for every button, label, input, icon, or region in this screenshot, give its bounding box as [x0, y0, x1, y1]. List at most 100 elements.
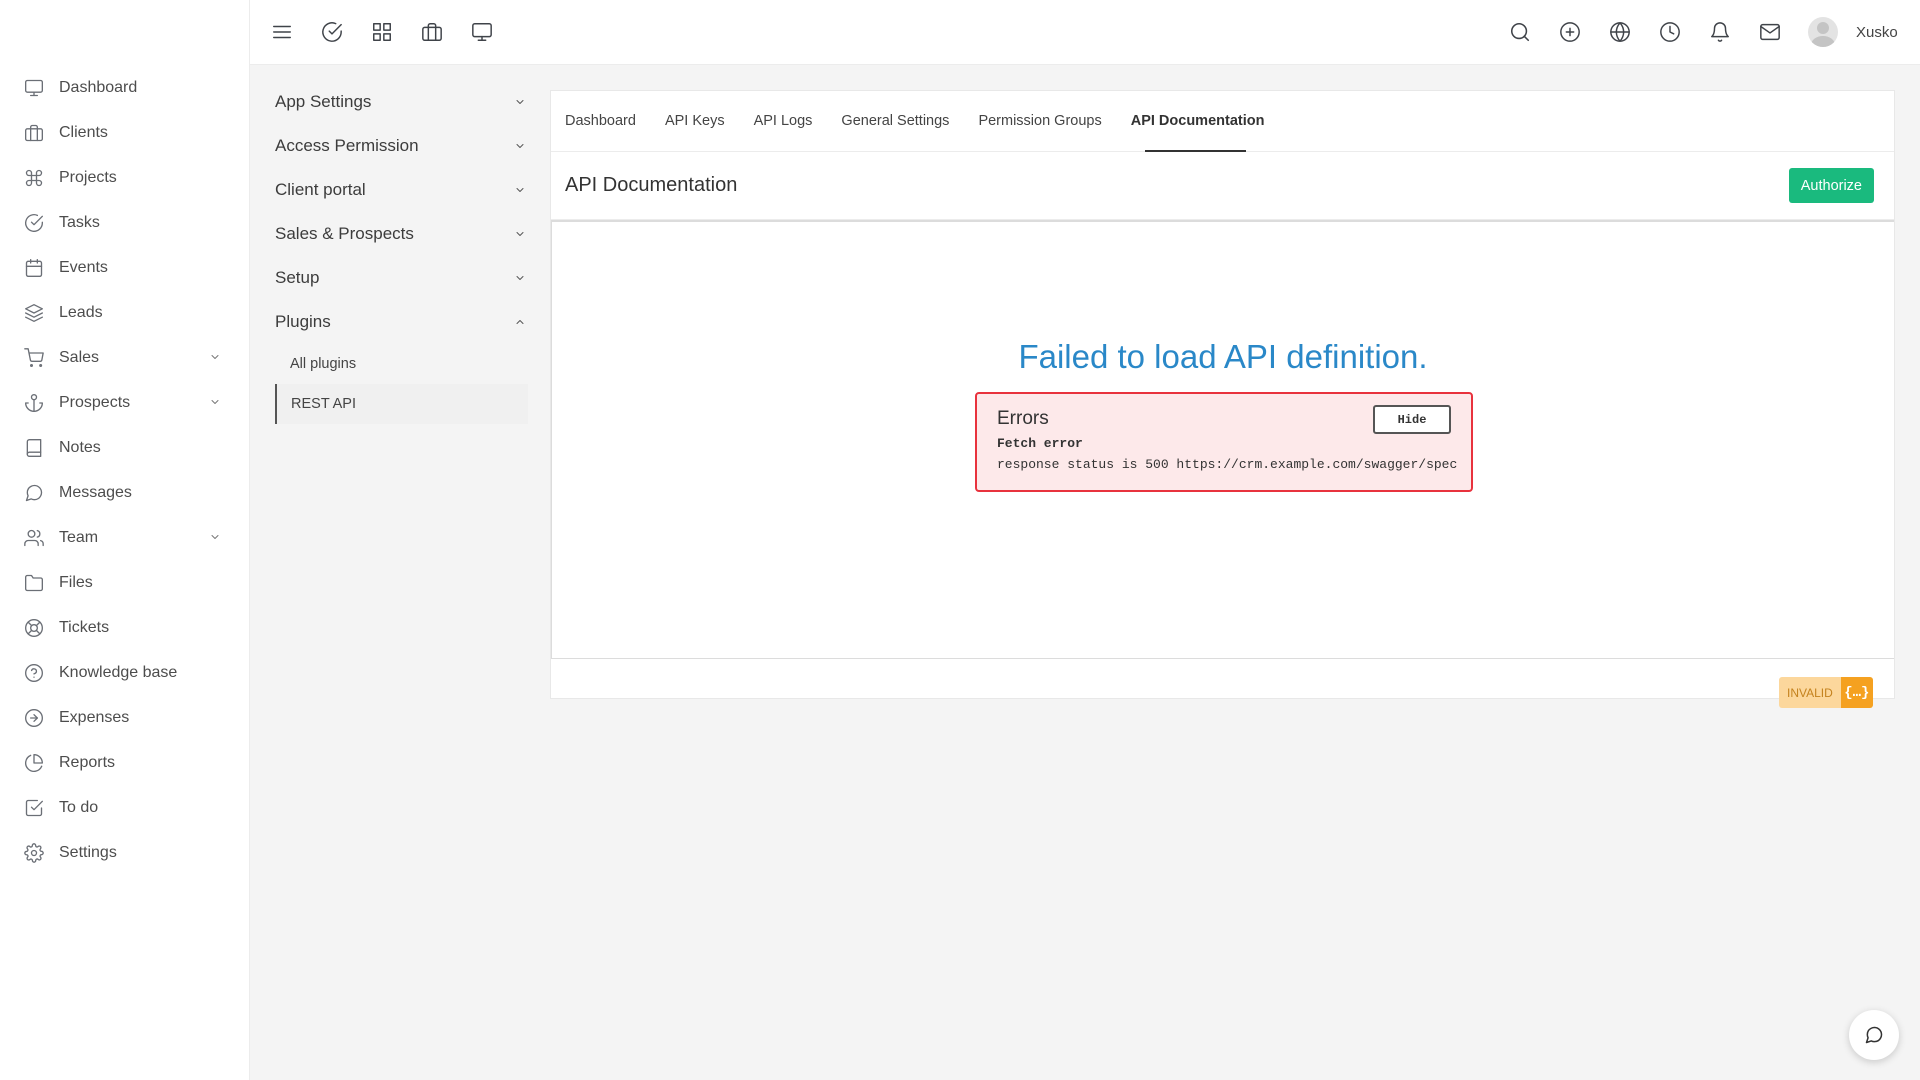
tab-api-logs[interactable]: API Logs [754, 91, 813, 152]
sidebar-brand-area [0, 0, 249, 65]
search-icon[interactable] [1509, 21, 1531, 43]
sidebar-item-reports[interactable]: Reports [0, 740, 249, 785]
settings-menu-setup[interactable]: Setup [275, 256, 528, 300]
bell-icon[interactable] [1709, 21, 1731, 43]
settings-menu-app-settings[interactable]: App Settings [275, 80, 528, 124]
sidebar-item-knowledge-base[interactable]: Knowledge base [0, 650, 249, 695]
sidebar-item-expenses[interactable]: Expenses [0, 695, 249, 740]
sidebar-item-files[interactable]: Files [0, 560, 249, 605]
settings-menu-label: Plugins [275, 312, 331, 331]
chevron-down-icon [516, 144, 524, 148]
settings-menu-label: Sales & Prospects [275, 224, 414, 243]
sidebar-item-label: Leads [59, 303, 103, 321]
settings-menu-access-permission[interactable]: Access Permission [275, 124, 528, 168]
settings-menu: App Settings Access Permission Client po… [275, 80, 528, 424]
sidebar-item-label: Sales [59, 348, 100, 366]
sidebar-item-dashboard[interactable]: Dashboard [0, 65, 249, 110]
chevron-down-icon [516, 276, 524, 280]
sidebar-item-label: Tickets [59, 618, 110, 636]
username: Xusko [1856, 23, 1898, 41]
settings-submenu-label: All plugins [290, 356, 357, 372]
globe-icon[interactable] [1609, 21, 1631, 43]
avatar [1808, 17, 1838, 47]
life-buoy-icon [25, 618, 43, 637]
sidebar-item-messages[interactable]: Messages [0, 470, 249, 515]
settings-menu-sales-prospects[interactable]: Sales & Prospects [275, 212, 528, 256]
errors-box: Errors Hide Fetch error response status … [975, 392, 1473, 492]
settings-submenu-label: REST API [291, 396, 357, 412]
sidebar-item-sales[interactable]: Sales [0, 335, 249, 380]
sidebar-item-label: Prospects [59, 393, 131, 411]
sidebar-item-label: Expenses [59, 708, 130, 726]
anchor-icon [25, 393, 43, 412]
main-panel: Dashboard API Keys API Logs General Sett… [550, 90, 1895, 708]
validator-badge[interactable]: INVALID {…} [1779, 677, 1873, 708]
sidebar-item-notes[interactable]: Notes [0, 425, 249, 470]
sidebar-item-events[interactable]: Events [0, 245, 249, 290]
sidebar-item-label: To do [59, 798, 99, 816]
users-icon [24, 529, 44, 546]
settings-menu-client-portal[interactable]: Client portal [275, 168, 528, 212]
briefcase-icon[interactable] [421, 21, 443, 43]
settings-menu-label: App Settings [275, 92, 372, 111]
tab-api-documentation[interactable]: API Documentation [1131, 91, 1265, 152]
tab-label: API Keys [664, 113, 725, 129]
tab-api-keys[interactable]: API Keys [665, 91, 725, 152]
sidebar-item-settings[interactable]: Settings [0, 830, 249, 875]
sidebar-item-label: Reports [59, 753, 116, 771]
tab-label: Permission Groups [978, 113, 1102, 129]
clock-icon[interactable] [1659, 21, 1681, 43]
plus-circle-icon[interactable] [1559, 21, 1581, 43]
sidebar-item-tasks[interactable]: Tasks [0, 200, 249, 245]
sidebar-item-label: Projects [59, 168, 117, 186]
sidebar-item-label: Dashboard [59, 78, 138, 96]
chevron-down-icon [516, 188, 524, 192]
tab-permission-groups[interactable]: Permission Groups [978, 91, 1101, 152]
help-circle-icon [25, 663, 43, 682]
authorize-button[interactable]: Authorize [1788, 168, 1874, 203]
sidebar-item-label: Knowledge base [59, 663, 178, 681]
tab-label: API Logs [753, 113, 813, 129]
settings-menu-label: Access Permission [275, 136, 419, 155]
tab-label: API Documentation [1130, 113, 1265, 129]
chevron-down-icon [211, 400, 219, 404]
json-braces-icon: {…} [1840, 677, 1873, 708]
mail-icon[interactable] [1759, 21, 1781, 43]
check-circle-icon[interactable] [321, 21, 343, 43]
monitor-icon[interactable] [471, 21, 493, 43]
calendar-icon [25, 258, 43, 277]
arrow-circle-icon [25, 708, 43, 727]
user-menu[interactable]: Xusko [1808, 17, 1898, 47]
folder-icon [25, 574, 43, 591]
sidebar-item-projects[interactable]: Projects [0, 155, 249, 200]
tab-label: Dashboard [565, 113, 636, 129]
chat-button[interactable] [1849, 1010, 1899, 1060]
error-name: Fetch error [997, 436, 1083, 451]
settings-submenu-rest-api[interactable]: REST API [275, 384, 528, 424]
sidebar-item-leads[interactable]: Leads [0, 290, 249, 335]
settings-submenu-all-plugins[interactable]: All plugins [275, 344, 528, 384]
top-bar: Xusko [250, 0, 1920, 65]
chevron-down-icon [516, 232, 524, 236]
grid-icon[interactable] [371, 21, 393, 43]
book-icon [26, 438, 42, 457]
message-circle-icon [1865, 1026, 1883, 1044]
tab-label: General Settings [841, 113, 950, 129]
sidebar-item-todo[interactable]: To do [0, 785, 249, 830]
sidebar-item-team[interactable]: Team [0, 515, 249, 560]
hide-errors-button[interactable]: Hide [1373, 405, 1451, 434]
pie-chart-icon [25, 753, 43, 772]
sidebar-item-clients[interactable]: Clients [0, 110, 249, 155]
sidebar-item-tickets[interactable]: Tickets [0, 605, 249, 650]
chevron-down-icon [211, 535, 219, 539]
sidebar-item-prospects[interactable]: Prospects [0, 380, 249, 425]
tab-dashboard[interactable]: Dashboard [565, 91, 636, 152]
sidebar-item-label: Clients [59, 123, 108, 141]
settings-menu-label: Client portal [275, 180, 366, 199]
sidebar-item-label: Settings [59, 843, 117, 861]
message-circle-icon [25, 484, 43, 501]
gear-icon [24, 842, 44, 863]
tab-general-settings[interactable]: General Settings [841, 91, 949, 152]
menu-icon[interactable] [271, 21, 293, 43]
settings-menu-plugins[interactable]: Plugins [275, 300, 528, 344]
